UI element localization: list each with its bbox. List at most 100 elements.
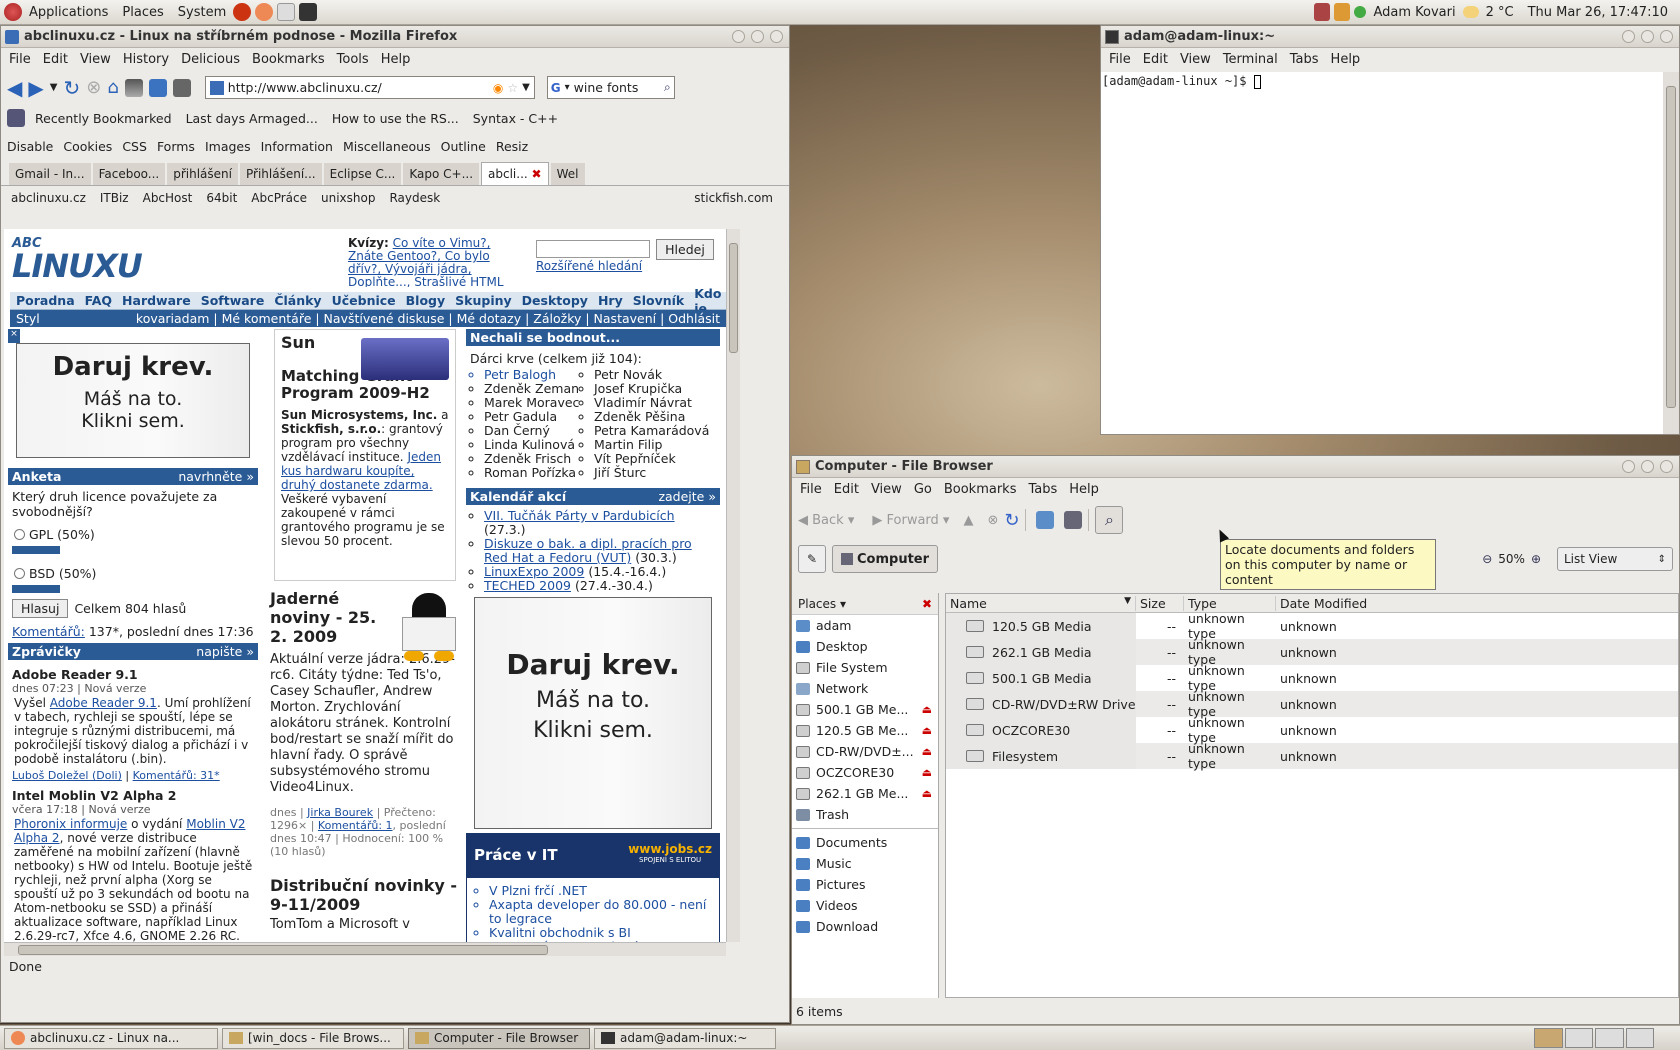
eject-icon[interactable]: ⏏ [922,745,938,758]
donor-item[interactable]: Petr Balogh [484,368,580,382]
bm-abcprace[interactable]: AbcPráce [251,191,307,205]
poll-option-gpl[interactable]: GPL (50%) [8,523,258,546]
place-5[interactable]: 120.5 GB Me... ⏏ [792,720,938,741]
task-firefox[interactable]: abclinuxu.cz - Linux na... [4,1027,218,1049]
fb-zoom-out-icon[interactable]: ⊖ [1482,552,1492,566]
terminal-scrollbar[interactable] [1663,72,1679,434]
term-menu-file[interactable]: File [1103,52,1137,67]
menu-tools[interactable]: Tools [331,52,375,67]
style-link[interactable]: Styl [16,311,40,326]
col-size[interactable]: Size [1136,595,1184,611]
event-link[interactable]: VII. Tučňák Párty v Pardubicích [484,508,675,523]
screenshot-icon[interactable] [124,78,143,97]
url-dropdown-icon[interactable]: ▼ [522,82,530,93]
tab-prihlaseni-2[interactable]: Přihlášení... [240,163,322,185]
col-type[interactable]: Type [1184,595,1276,611]
nav-faq[interactable]: FAQ [85,293,112,308]
home-icon[interactable]: ⌂ [107,77,118,98]
poll-option-bsd[interactable]: BSD (50%) [8,554,258,585]
fb-menu-tabs[interactable]: Tabs [1022,482,1063,497]
fb-menu-view[interactable]: View [865,482,908,497]
news1-author[interactable]: Luboš Doležel (Doli) [12,769,122,782]
menu-history[interactable]: History [117,52,175,67]
url-text[interactable]: http://www.abclinuxu.cz/ [228,80,489,95]
place-6[interactable]: CD-RW/DVD±... ⏏ [792,741,938,762]
tab-eclipse[interactable]: Eclipse C... [323,163,402,185]
search-button[interactable]: Hledej [656,239,714,260]
close-tab-icon[interactable]: ✖ [532,167,542,181]
site-identity-icon[interactable] [209,80,224,95]
maximize-button[interactable] [751,30,764,43]
dev-outline[interactable]: Outline [441,139,486,154]
task-terminal[interactable]: adam@adam-linux:~ [594,1027,776,1049]
dev-miscellaneous[interactable]: Miscellaneous [343,139,431,154]
article2-title[interactable]: Distribuční novinky - 9-11/2009 [270,876,460,914]
history-dropdown-icon[interactable]: ▼ [50,82,58,93]
file-row[interactable]: OCZCORE30 -- unknown type unknown [946,715,1678,745]
menu-edit[interactable]: Edit [37,52,74,67]
abclinuxu-logo[interactable]: ABC LINUXU [12,237,143,282]
term-menu-help[interactable]: Help [1325,52,1367,67]
bm-abclinuxu[interactable]: abclinuxu.cz [11,191,86,205]
fb-menu-go[interactable]: Go [908,482,938,497]
bookmark-4[interactable]: Download [792,916,938,937]
minimize-button[interactable] [732,30,745,43]
dev-cookies[interactable]: Cookies [63,139,112,154]
search-text[interactable]: wine fonts [574,80,660,95]
eject-icon[interactable]: ⏏ [922,724,938,737]
fb-zoom-in-icon[interactable]: ⊕ [1531,552,1541,566]
fb-menu-help[interactable]: Help [1063,482,1105,497]
term-menu-terminal[interactable]: Terminal [1217,52,1284,67]
firefox-titlebar[interactable]: abclinuxu.cz - Linux na stříbrném podnos… [1,26,789,48]
workspace-1[interactable] [1534,1028,1563,1048]
bookmark-syntax[interactable]: Syntax - C++ [469,111,562,126]
tab-welcome[interactable]: Wel [550,163,585,185]
places-menu[interactable]: Places [115,0,170,25]
gpl-radio[interactable] [14,529,25,540]
engine-dropdown-icon[interactable]: ▾ [565,82,570,93]
fb-sidebar-close-icon[interactable]: ✖ [922,597,932,611]
tab-prihlaseni[interactable]: přihlášení [167,163,238,185]
fb-home-icon[interactable] [1036,511,1055,529]
eject-icon[interactable]: ⏏ [922,766,938,779]
nav-software[interactable]: Software [201,293,265,308]
fb-stop-icon[interactable]: ⊗ [987,513,998,528]
workspace-switcher[interactable] [1534,1028,1654,1048]
fb-back-button[interactable]: ◀ Back ▾ [798,513,854,528]
file-row[interactable]: 120.5 GB Media -- unknown type unknown [946,611,1678,641]
menu-file[interactable]: File [3,52,37,67]
fb-menu-edit[interactable]: Edit [828,482,865,497]
terminal-minimize-button[interactable] [1622,30,1635,43]
url-bar[interactable]: http://www.abclinuxu.cz/ ◉ ☆ ▼ [204,76,535,99]
fb-view-select[interactable]: List View ⇕ [1557,547,1673,571]
vote-button[interactable]: Hlasuj [12,599,69,618]
bm-stickfish[interactable]: stickfish.com [694,191,773,205]
dev-information[interactable]: Information [261,139,333,154]
news1-comments[interactable]: Komentářů: 31* [133,769,220,782]
search-bar[interactable]: G ▾ wine fonts ⌕ [546,76,675,99]
task-win-docs[interactable]: [win_docs - File Brows... [222,1027,404,1049]
bookmark-3[interactable]: Videos [792,895,938,916]
advanced-search-link[interactable]: Rozšířené hledání [536,259,642,273]
nav-ucebnice[interactable]: Učebnice [332,293,396,308]
term-menu-tabs[interactable]: Tabs [1284,52,1325,67]
place-0[interactable]: adam [792,615,938,636]
term-menu-view[interactable]: View [1174,52,1217,67]
delicious-icon[interactable] [148,78,167,97]
update-icon[interactable] [1334,3,1351,21]
fb-edit-location-icon[interactable]: ✎ [798,545,826,573]
file-row[interactable]: CD-RW/DVD±RW Drive -- unknown type unknown [946,689,1678,719]
bm-itbiz[interactable]: ITBiz [100,191,129,205]
opera-launcher-icon[interactable] [233,3,252,21]
file-row[interactable]: 500.1 GB Media -- unknown type unknown [946,663,1678,693]
horizontal-scrollbar[interactable] [4,942,726,956]
workspace-3[interactable] [1595,1028,1624,1048]
fb-menu-file[interactable]: File [794,482,828,497]
bookmark-armageddon[interactable]: Last days Armaged... [182,111,322,126]
nav-skupiny[interactable]: Skupiny [455,293,512,308]
fb-forward-button[interactable]: ▶ Forward ▾ [872,513,949,528]
term-menu-edit[interactable]: Edit [1137,52,1174,67]
menu-view[interactable]: View [74,52,117,67]
nav-hry[interactable]: Hry [598,293,623,308]
user-links[interactable]: kovariadam | Mé komentáře | Navštívené d… [136,311,720,326]
